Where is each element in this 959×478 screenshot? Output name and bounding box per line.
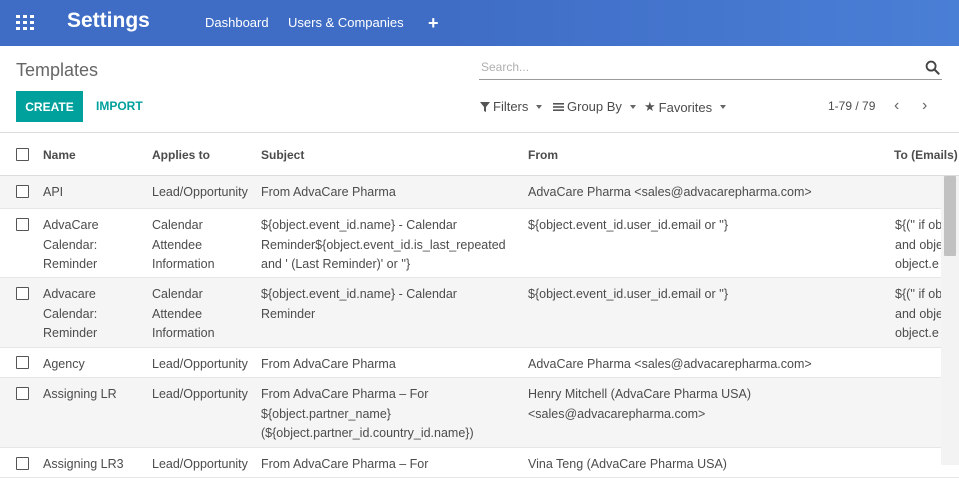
row-checkbox[interactable] bbox=[16, 287, 29, 300]
row-name: Assigning LR3 bbox=[43, 457, 124, 471]
groupby-label: Group By bbox=[567, 99, 622, 114]
row-applies-to: Calendar Attendee Information bbox=[152, 218, 215, 271]
row-name: AdvaCare Calendar: Reminder bbox=[43, 218, 99, 271]
row-checkbox[interactable] bbox=[16, 185, 29, 198]
row-applies-to: Lead/Opportunity bbox=[152, 457, 248, 471]
select-all-checkbox[interactable] bbox=[16, 148, 29, 161]
favorites-label: Favorites bbox=[658, 99, 713, 115]
chevron-down-icon bbox=[720, 105, 727, 109]
breadcrumb: Templates bbox=[16, 60, 99, 80]
favorites-dropdown[interactable]: ★ Favorites bbox=[644, 99, 727, 115]
row-from: AdvaCare Pharma <sales@advacarepharma.co… bbox=[528, 357, 812, 371]
row-name: Assigning LR bbox=[43, 387, 117, 401]
row-name: Advacare Calendar: Reminder bbox=[43, 287, 98, 340]
chevron-down-icon bbox=[536, 104, 543, 109]
pager-value[interactable]: 1-79 / 79 bbox=[828, 99, 875, 113]
row-applies-to: Lead/Opportunity bbox=[152, 387, 248, 401]
col-subject[interactable]: Subject bbox=[261, 148, 304, 162]
row-applies-to: Lead/Opportunity bbox=[152, 357, 248, 371]
table-row[interactable]: AdvaCare Calendar: Reminder Calendar Att… bbox=[0, 209, 959, 278]
row-checkbox[interactable] bbox=[16, 218, 29, 231]
next-page-icon[interactable]: › bbox=[922, 97, 927, 115]
search-bar bbox=[479, 56, 942, 80]
row-from: Vina Teng (AdvaCare Pharma USA) bbox=[528, 457, 727, 471]
row-subject: ${object.event_id.name} - Calendar Remin… bbox=[261, 287, 457, 321]
nav-users-companies[interactable]: Users & Companies bbox=[288, 15, 404, 30]
nav-dashboard[interactable]: Dashboard bbox=[205, 15, 269, 30]
col-to-emails[interactable]: To (Emails) bbox=[894, 148, 958, 162]
search-input[interactable] bbox=[481, 58, 911, 76]
table-row[interactable]: Assigning LR3 Lead/Opportunity From Adva… bbox=[0, 448, 959, 478]
table-header: Name Applies to Subject From To (Emails) bbox=[0, 133, 959, 176]
filter-icon bbox=[480, 101, 490, 112]
row-from: AdvaCare Pharma <sales@advacarepharma.co… bbox=[528, 185, 812, 199]
import-button[interactable]: IMPORT bbox=[96, 99, 143, 113]
row-applies-to: Calendar Attendee Information bbox=[152, 287, 215, 340]
table-row[interactable]: Agency Lead/Opportunity From AdvaCare Ph… bbox=[0, 348, 959, 378]
row-checkbox[interactable] bbox=[16, 387, 29, 400]
star-icon: ★ bbox=[644, 99, 656, 114]
row-from: ${object.event_id.user_id.email or ''} bbox=[528, 287, 729, 301]
apps-grid-icon[interactable] bbox=[16, 15, 34, 30]
row-subject: ${object.event_id.name} - Calendar Remin… bbox=[261, 218, 506, 271]
row-name: API bbox=[43, 185, 64, 199]
prev-page-icon[interactable]: ‹ bbox=[894, 97, 899, 115]
col-name[interactable]: Name bbox=[43, 148, 76, 162]
templates-table: Name Applies to Subject From To (Emails)… bbox=[0, 132, 959, 478]
row-subject: From AdvaCare Pharma bbox=[261, 357, 396, 371]
row-checkbox[interactable] bbox=[16, 356, 29, 369]
chevron-down-icon bbox=[629, 104, 636, 109]
col-applies-to[interactable]: Applies to bbox=[152, 148, 210, 162]
filters-label: Filters bbox=[493, 99, 529, 114]
create-button[interactable]: CREATE bbox=[16, 91, 83, 122]
row-name: Agency bbox=[43, 357, 85, 371]
groupby-dropdown[interactable]: Group By bbox=[553, 99, 636, 114]
app-title: Settings bbox=[67, 9, 150, 32]
scrollbar-thumb[interactable] bbox=[944, 176, 956, 256]
row-from: ${object.event_id.user_id.email or ''} bbox=[528, 218, 729, 232]
table-row[interactable]: API Lead/Opportunity From AdvaCare Pharm… bbox=[0, 176, 959, 209]
search-icon[interactable] bbox=[925, 60, 940, 75]
row-from: Henry Mitchell (AdvaCare Pharma USA) <sa… bbox=[528, 387, 751, 421]
row-subject: From AdvaCare Pharma bbox=[261, 185, 396, 199]
row-applies-to: Lead/Opportunity bbox=[152, 185, 248, 199]
table-row[interactable]: Advacare Calendar: Reminder Calendar Att… bbox=[0, 278, 959, 348]
row-subject: From AdvaCare Pharma – For bbox=[261, 457, 429, 471]
top-navbar: Settings Dashboard Users & Companies + bbox=[0, 0, 959, 46]
table-row[interactable]: Assigning LR Lead/Opportunity From AdvaC… bbox=[0, 378, 959, 448]
col-from[interactable]: From bbox=[528, 148, 558, 162]
plus-icon[interactable]: + bbox=[428, 13, 439, 34]
row-subject: From AdvaCare Pharma – For ${object.part… bbox=[261, 387, 474, 440]
filters-dropdown[interactable]: Filters bbox=[480, 99, 543, 114]
list-icon bbox=[553, 102, 564, 111]
